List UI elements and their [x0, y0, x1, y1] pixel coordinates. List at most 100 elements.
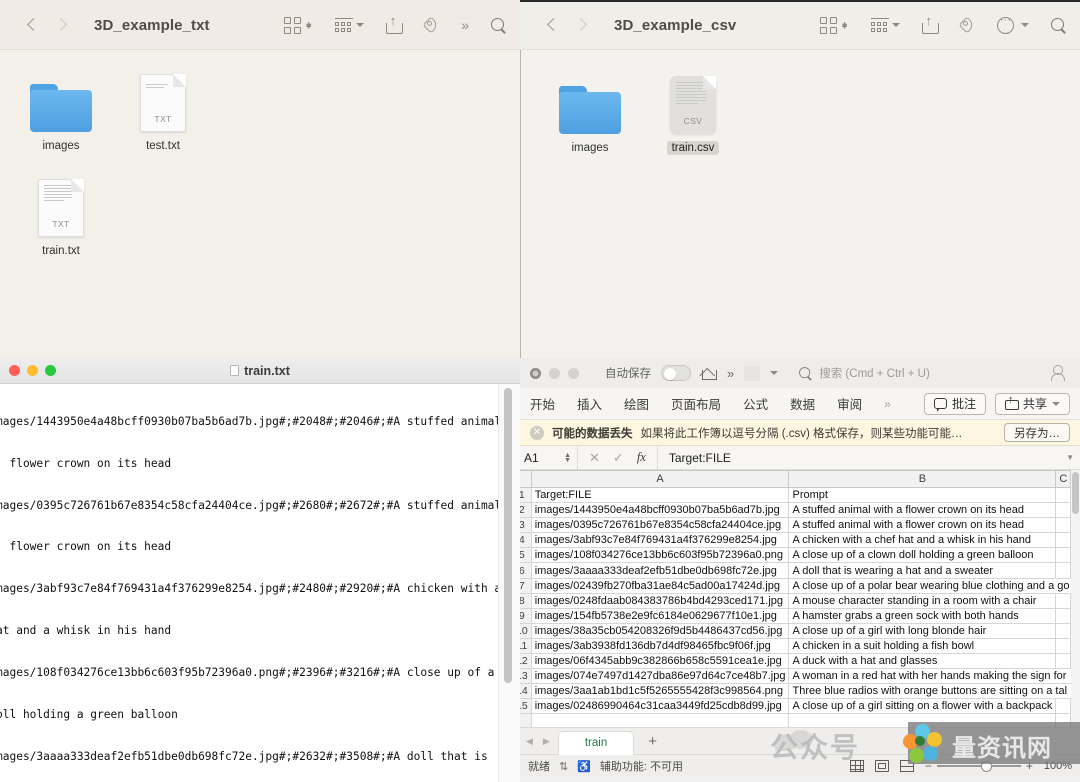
formula-expand-icon[interactable]: ▼ — [1066, 453, 1080, 462]
cancel-icon[interactable]: ✕ — [589, 450, 600, 466]
close-button[interactable] — [530, 367, 541, 379]
table-row[interactable]: 14images/3aa1ab1bd1c5f5265555428f3c99856… — [520, 683, 1080, 700]
excel-window[interactable]: 自动保存 » 搜索 (Cmd + Ctrl + U) 开始 插入 绘图 页面布局… — [520, 358, 1080, 782]
cell-b[interactable]: A chicken with a chef hat and a whisk in… — [788, 532, 1057, 549]
group-by-icon[interactable] — [335, 18, 365, 32]
cell-b[interactable]: A close up of a girl sitting on a flower… — [788, 698, 1057, 715]
cell-b[interactable]: A chicken in a suit holding a fish bowl — [788, 637, 1057, 655]
cell-b[interactable]: A duck with a hat and glasses — [788, 653, 1057, 670]
chevrons-right-icon[interactable]: » — [727, 366, 734, 381]
spreadsheet-grid[interactable]: A B C D E F 1Target:FILEPrompt 2images/1… — [520, 470, 1080, 727]
column-header-c[interactable]: C — [1055, 470, 1072, 488]
table-row[interactable]: 6images/3aaaa333deaf2efb51dbe0db698fc72e… — [520, 562, 1080, 579]
table-row[interactable]: 8images/0248fdaab084383786b4bd4293ced171… — [520, 592, 1080, 609]
finder-window-csv[interactable]: 3D_example_csv ▲ ▼ ↑ ··· images CSV trai… — [520, 0, 1080, 358]
forward-chevron-icon[interactable] — [575, 19, 588, 32]
cell-c[interactable] — [1055, 698, 1072, 715]
table-row[interactable]: 11images/3ab3938fd136db7d4df98465fbc9f06… — [520, 637, 1080, 655]
prev-sheet-icon[interactable]: ◀ — [526, 736, 533, 747]
table-row[interactable]: 15images/02486990464c31caa3449fd25cdb8d9… — [520, 698, 1080, 715]
cell-a[interactable]: images/0248fdaab084383786b4bd4293ced171.… — [530, 592, 790, 609]
zoom-out-button[interactable]: − — [925, 759, 932, 773]
tab-layout[interactable]: 页面布局 — [671, 394, 721, 413]
sheet-nav-arrows[interactable]: ◀ ▶ — [526, 736, 554, 747]
cell-b[interactable] — [788, 713, 1057, 727]
cell-c[interactable] — [1055, 592, 1072, 609]
cell-a[interactable]: images/3aaaa333deaf2efb51dbe0db698fc72e.… — [530, 562, 790, 579]
name-box[interactable]: A1 ▲ ▼ — [520, 446, 578, 469]
search-icon[interactable] — [1051, 17, 1066, 33]
normal-view-icon[interactable] — [849, 760, 864, 772]
editor-scrollbar-track[interactable] — [498, 384, 520, 782]
cell-c[interactable] — [1055, 502, 1072, 519]
cell-a[interactable] — [530, 713, 790, 727]
grid-view-icon[interactable]: ▲ ▼ — [284, 16, 313, 34]
text-editor-window[interactable]: train.txt mages/1443950e4a48bcff0930b07b… — [0, 358, 520, 782]
page-layout-view-icon[interactable] — [874, 760, 889, 772]
group-by-icon[interactable] — [871, 18, 900, 32]
share-icon[interactable] — [922, 13, 939, 34]
back-chevron-icon[interactable] — [26, 19, 39, 32]
file-item-train-txt[interactable]: TXT train.txt — [6, 165, 116, 258]
table-row[interactable]: 13images/074e7497d1427dba86e97d64c7ce48b… — [520, 668, 1080, 685]
document-thumb-icon[interactable] — [744, 365, 761, 381]
cell-a[interactable]: images/0395c726761b67e8354c58cfa24404ce.… — [530, 517, 790, 534]
cell-b[interactable]: A close up of a girl with long blonde ha… — [788, 622, 1057, 639]
file-item-test-txt[interactable]: TXT test.txt — [108, 60, 218, 153]
tag-icon[interactable] — [959, 17, 975, 33]
confirm-icon[interactable]: ✓ — [613, 450, 624, 466]
editor-scrollbar-thumb[interactable] — [504, 388, 512, 683]
cell-c[interactable] — [1055, 637, 1072, 655]
comment-button[interactable]: 批注 — [923, 392, 986, 415]
file-item-images[interactable]: images — [6, 60, 116, 153]
maximize-button[interactable] — [568, 367, 579, 379]
search-icon[interactable] — [491, 17, 506, 33]
editor-text-area[interactable]: mages/1443950e4a48bcff0930b07ba5b6ad7b.j… — [0, 384, 520, 782]
page-break-view-icon[interactable] — [899, 760, 914, 772]
cell-a[interactable]: images/02486990464c31caa3449fd25cdb8d99.… — [530, 698, 790, 715]
ribbon-overflow-icon[interactable]: » — [884, 397, 891, 411]
table-row[interactable]: 1Target:FILEPrompt — [520, 486, 1080, 504]
cell-b[interactable]: A close up of a polar bear wearing blue … — [788, 577, 1080, 594]
sheet-tab-train[interactable]: train — [557, 730, 635, 755]
file-item-train-csv[interactable]: CSV train.csv — [638, 62, 748, 155]
file-item-images[interactable]: images — [535, 62, 645, 155]
cell-b[interactable]: A stuffed animal with a flower crown on … — [788, 502, 1057, 519]
cell-c[interactable] — [1055, 653, 1072, 670]
sheet-scrollbar-thumb[interactable] — [1072, 472, 1079, 514]
tab-data[interactable]: 数据 — [790, 394, 815, 413]
cell-c[interactable] — [1055, 547, 1072, 564]
table-row[interactable]: 2images/1443950e4a48bcff0930b07ba5b6ad7b… — [520, 502, 1080, 519]
close-icon[interactable]: ✕ — [530, 425, 544, 440]
cell-b[interactable]: Prompt — [788, 486, 1057, 504]
cell-a[interactable]: Target:FILE — [530, 486, 790, 504]
column-header-b[interactable]: B — [788, 470, 1057, 488]
name-box-spinner[interactable]: ▲ ▼ — [564, 452, 571, 464]
save-as-button[interactable]: 另存为… — [1004, 423, 1070, 442]
table-row[interactable]: 3images/0395c726761b67e8354c58cfa24404ce… — [520, 517, 1080, 534]
cell-a[interactable]: images/3aa1ab1bd1c5f5265555428f3c998564.… — [530, 683, 790, 700]
autosave-toggle[interactable] — [661, 365, 691, 381]
cell-c[interactable] — [1055, 486, 1072, 504]
cell-b[interactable]: Three blue radios with orange buttons ar… — [788, 683, 1080, 700]
cell-a[interactable]: images/074e7497d1427dba86e97d64c7ce48b7.… — [530, 668, 790, 685]
table-row[interactable] — [520, 713, 1080, 727]
cell-b[interactable]: A stuffed animal with a flower crown on … — [788, 517, 1057, 534]
accessibility-icon[interactable]: ♿ — [577, 760, 591, 773]
cell-c[interactable] — [1055, 517, 1072, 534]
back-chevron-icon[interactable] — [546, 19, 559, 32]
table-row[interactable]: 5images/108f034276ce13bb6c603f95b72396a0… — [520, 547, 1080, 564]
tab-formulas[interactable]: 公式 — [743, 394, 768, 413]
tab-review[interactable]: 审阅 — [837, 394, 862, 413]
finder-nav-buttons-left[interactable] — [26, 19, 68, 32]
cell-b[interactable]: A woman in a red hat with her hands maki… — [788, 668, 1080, 685]
cell-a[interactable]: images/108f034276ce13bb6c603f95b72396a0.… — [530, 547, 790, 564]
more-chevrons-icon[interactable]: » — [461, 17, 469, 33]
cell-c[interactable] — [1055, 607, 1072, 624]
chevron-down-icon[interactable] — [770, 371, 779, 375]
cell-c[interactable] — [1055, 532, 1072, 549]
tab-home[interactable]: 开始 — [530, 394, 555, 413]
table-row[interactable]: 7images/02439fb270fba31ae84c5ad00a17424d… — [520, 577, 1080, 594]
table-row[interactable]: 10images/38a35cb054208326f9d5b4486437cd5… — [520, 622, 1080, 639]
fx-icon[interactable]: fx — [637, 450, 646, 465]
